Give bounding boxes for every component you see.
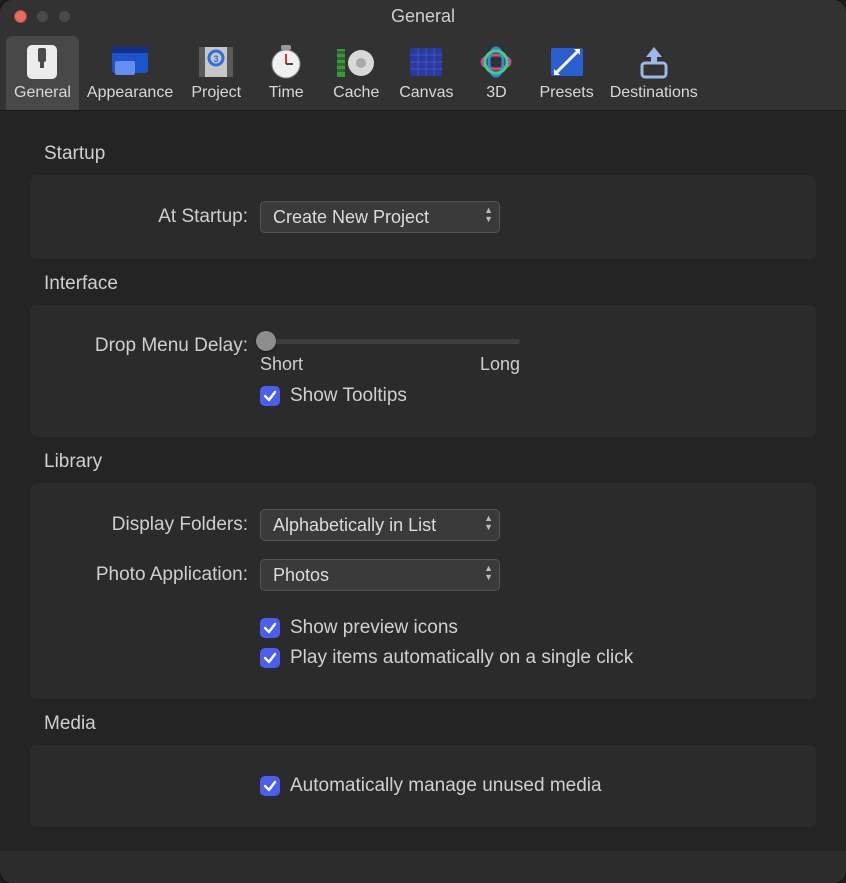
show-preview-icons-checkbox[interactable] bbox=[260, 618, 280, 638]
show-tooltips-label: Show Tooltips bbox=[290, 385, 407, 407]
display-folders-value: Alphabetically in List bbox=[273, 515, 436, 536]
titlebar: General bbox=[0, 0, 846, 32]
tab-project[interactable]: 3 Project bbox=[181, 36, 251, 110]
section-title-media: Media bbox=[44, 713, 816, 735]
general-icon bbox=[19, 42, 65, 82]
window-title: General bbox=[0, 6, 846, 27]
tab-label: Time bbox=[269, 84, 304, 102]
slider-thumb[interactable] bbox=[256, 331, 276, 351]
section-title-library: Library bbox=[44, 451, 816, 473]
show-preview-icons-label: Show preview icons bbox=[290, 617, 458, 639]
tab-presets[interactable]: Presets bbox=[531, 36, 601, 110]
tab-label: Appearance bbox=[87, 84, 173, 102]
slider-long-label: Long bbox=[480, 354, 520, 375]
play-items-checkbox[interactable] bbox=[260, 648, 280, 668]
check-icon bbox=[263, 621, 277, 635]
display-folders-label: Display Folders: bbox=[50, 514, 260, 536]
photo-application-value: Photos bbox=[273, 565, 329, 586]
tab-label: Cache bbox=[333, 84, 379, 102]
tab-canvas[interactable]: Canvas bbox=[391, 36, 461, 110]
photo-application-select[interactable]: Photos ▲▼ bbox=[260, 559, 500, 591]
3d-icon bbox=[473, 42, 519, 82]
at-startup-select[interactable]: Create New Project ▲▼ bbox=[260, 201, 500, 233]
tab-destinations[interactable]: Destinations bbox=[602, 36, 706, 110]
drop-menu-delay-slider[interactable] bbox=[260, 339, 520, 344]
appearance-icon bbox=[107, 42, 153, 82]
auto-manage-media-label: Automatically manage unused media bbox=[290, 775, 602, 797]
close-icon[interactable] bbox=[14, 10, 27, 23]
time-icon bbox=[263, 42, 309, 82]
tab-label: General bbox=[14, 84, 71, 102]
presets-icon bbox=[544, 42, 590, 82]
check-icon bbox=[263, 779, 277, 793]
check-icon bbox=[263, 651, 277, 665]
at-startup-value: Create New Project bbox=[273, 207, 429, 228]
preferences-window: General General Appearance 3 Project Ti bbox=[0, 0, 846, 883]
chevron-updown-icon: ▲▼ bbox=[484, 514, 493, 532]
tab-label: Presets bbox=[539, 84, 593, 102]
tab-time[interactable]: Time bbox=[251, 36, 321, 110]
check-icon bbox=[263, 389, 277, 403]
project-icon: 3 bbox=[193, 42, 239, 82]
tab-label: Canvas bbox=[399, 84, 453, 102]
tab-label: Project bbox=[191, 84, 241, 102]
auto-manage-media-checkbox[interactable] bbox=[260, 776, 280, 796]
traffic-lights bbox=[14, 10, 71, 23]
svg-text:3: 3 bbox=[214, 54, 219, 64]
section-interface: Drop Menu Delay: Short Long bbox=[30, 305, 816, 437]
tab-general[interactable]: General bbox=[6, 36, 79, 110]
photo-application-label: Photo Application: bbox=[50, 564, 260, 586]
section-title-interface: Interface bbox=[44, 273, 816, 295]
section-title-startup: Startup bbox=[44, 143, 816, 165]
tab-label: Destinations bbox=[610, 84, 698, 102]
display-folders-select[interactable]: Alphabetically in List ▲▼ bbox=[260, 509, 500, 541]
slider-short-label: Short bbox=[260, 354, 303, 375]
chevron-updown-icon: ▲▼ bbox=[484, 206, 493, 224]
canvas-icon bbox=[403, 42, 449, 82]
tab-cache[interactable]: Cache bbox=[321, 36, 391, 110]
show-tooltips-checkbox[interactable] bbox=[260, 386, 280, 406]
at-startup-label: At Startup: bbox=[50, 206, 260, 228]
chevron-updown-icon: ▲▼ bbox=[484, 564, 493, 582]
toolbar: General Appearance 3 Project Time Cache bbox=[0, 32, 846, 111]
tab-3d[interactable]: 3D bbox=[461, 36, 531, 110]
play-items-label: Play items automatically on a single cli… bbox=[290, 647, 633, 669]
tab-label: 3D bbox=[486, 84, 506, 102]
minimize-icon[interactable] bbox=[36, 10, 49, 23]
section-media: Automatically manage unused media bbox=[30, 745, 816, 827]
content-area: Startup At Startup: Create New Project ▲… bbox=[0, 111, 846, 851]
drop-menu-delay-label: Drop Menu Delay: bbox=[50, 331, 260, 357]
maximize-icon[interactable] bbox=[58, 10, 71, 23]
cache-icon bbox=[333, 42, 379, 82]
section-library: Display Folders: Alphabetically in List … bbox=[30, 483, 816, 699]
section-startup: At Startup: Create New Project ▲▼ bbox=[30, 175, 816, 259]
tab-appearance[interactable]: Appearance bbox=[79, 36, 181, 110]
destinations-icon bbox=[631, 42, 677, 82]
